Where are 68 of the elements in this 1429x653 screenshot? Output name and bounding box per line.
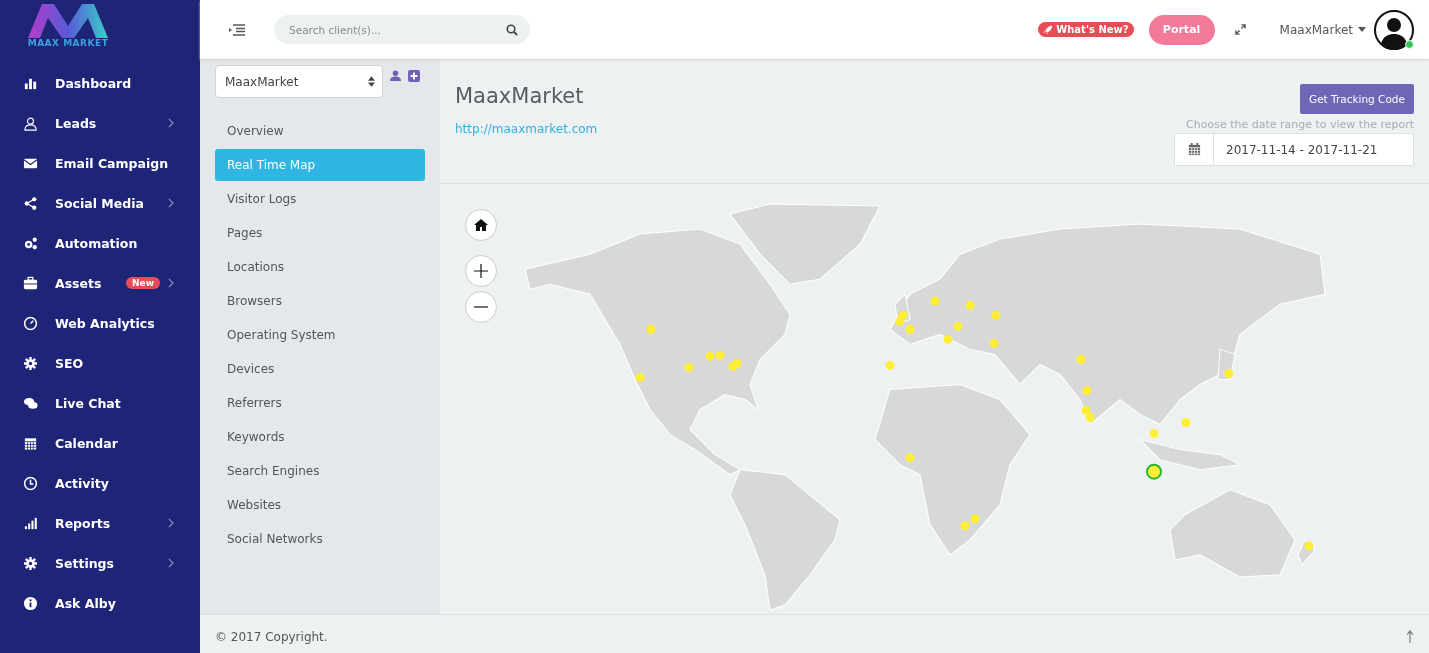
client-select[interactable]: MaaxMarket — [215, 65, 383, 98]
report-menu-item[interactable]: Websites — [215, 489, 425, 521]
date-range-field[interactable]: 2017-11-14 - 2017-11-21 — [1174, 133, 1414, 166]
site-title: MaaxMarket — [455, 84, 585, 108]
search-icon — [506, 24, 518, 36]
report-menu-item[interactable]: Browsers — [215, 285, 425, 317]
clock-icon — [23, 475, 38, 491]
sidebar-item[interactable]: Email Campaign — [0, 143, 200, 183]
search-field[interactable]: Search client(s)... — [274, 15, 530, 44]
new-badge: New — [126, 277, 160, 289]
report-menu-item[interactable]: Keywords — [215, 421, 425, 453]
sidebar-item[interactable]: Ask Alby — [0, 583, 200, 623]
report-menu-item[interactable]: Social Networks — [215, 523, 425, 555]
chat-bubbles-icon — [23, 395, 38, 411]
gear-icon — [23, 355, 38, 371]
rocket-icon — [1043, 24, 1054, 35]
avatar[interactable] — [1374, 9, 1414, 50]
user-icon[interactable] — [390, 70, 401, 81]
user-menu[interactable]: MaaxMarket — [1279, 22, 1366, 37]
info-icon — [23, 595, 38, 611]
gauge-icon — [23, 315, 38, 331]
sidebar-item[interactable]: Activity — [0, 463, 200, 503]
zoom-out-button[interactable] — [465, 291, 497, 323]
gears-icon — [23, 235, 38, 251]
settings-icon — [23, 555, 38, 571]
sidebar-item[interactable]: Live Chat — [0, 383, 200, 423]
get-tracking-code-button[interactable]: Get Tracking Code — [1300, 84, 1414, 114]
sidebar-item[interactable]: Automation — [0, 223, 200, 263]
whats-new-button[interactable]: What's New? — [1038, 22, 1134, 37]
sidebar-item[interactable]: Reports — [0, 503, 200, 543]
sidebar-item[interactable]: Leads — [0, 103, 200, 143]
sidebar-item[interactable]: Dashboard — [0, 63, 200, 103]
report-menu-item[interactable]: Locations — [215, 251, 425, 283]
arrow-up-icon[interactable] — [1406, 630, 1414, 643]
caret-icon — [1358, 27, 1366, 32]
report-menu-item[interactable]: Operating System — [215, 319, 425, 351]
report-menu-item[interactable]: Devices — [215, 353, 425, 385]
calendar-icon — [1187, 143, 1201, 156]
calendar-icon — [23, 435, 38, 451]
sidebar-item[interactable]: Web Analytics — [0, 303, 200, 343]
report-menu-item[interactable]: Visitor Logs — [215, 183, 425, 215]
plus-icon — [474, 264, 488, 278]
logo[interactable]: MAAX MARKET — [0, 0, 200, 54]
report-menu-item[interactable]: Referrers — [215, 387, 425, 419]
person-silhouette-icon — [1374, 9, 1414, 50]
report-menu-item[interactable]: Pages — [215, 217, 425, 249]
sidebar-item[interactable]: Calendar — [0, 423, 200, 463]
logo-m-icon — [28, 4, 108, 38]
sort-arrows-icon — [368, 76, 375, 87]
add-icon[interactable] — [408, 69, 420, 82]
report-menu-item[interactable]: Search Engines — [215, 455, 425, 487]
sidebar-item[interactable]: Social Media — [0, 183, 200, 223]
share-icon — [23, 195, 38, 211]
briefcase-icon — [23, 275, 38, 291]
expand-icon[interactable] — [1234, 24, 1246, 35]
sidebar-item[interactable]: Assets New — [0, 263, 200, 303]
copyright-text: © 2017 Copyright. — [215, 629, 328, 644]
report-menu-item[interactable]: Overview — [215, 115, 425, 147]
logo-text: MAAX MARKET — [27, 38, 109, 48]
date-range-hint: Choose the date range to view the report — [1186, 118, 1414, 131]
signal-bars-icon — [23, 515, 38, 531]
home-button[interactable] — [465, 209, 497, 241]
user-icon — [23, 115, 38, 131]
sidebar-item[interactable]: Settings — [0, 543, 200, 583]
home-icon — [474, 218, 488, 232]
menu-icon[interactable] — [229, 23, 245, 36]
zoom-in-button[interactable] — [465, 255, 497, 287]
sidebar-item[interactable]: SEO — [0, 343, 200, 383]
